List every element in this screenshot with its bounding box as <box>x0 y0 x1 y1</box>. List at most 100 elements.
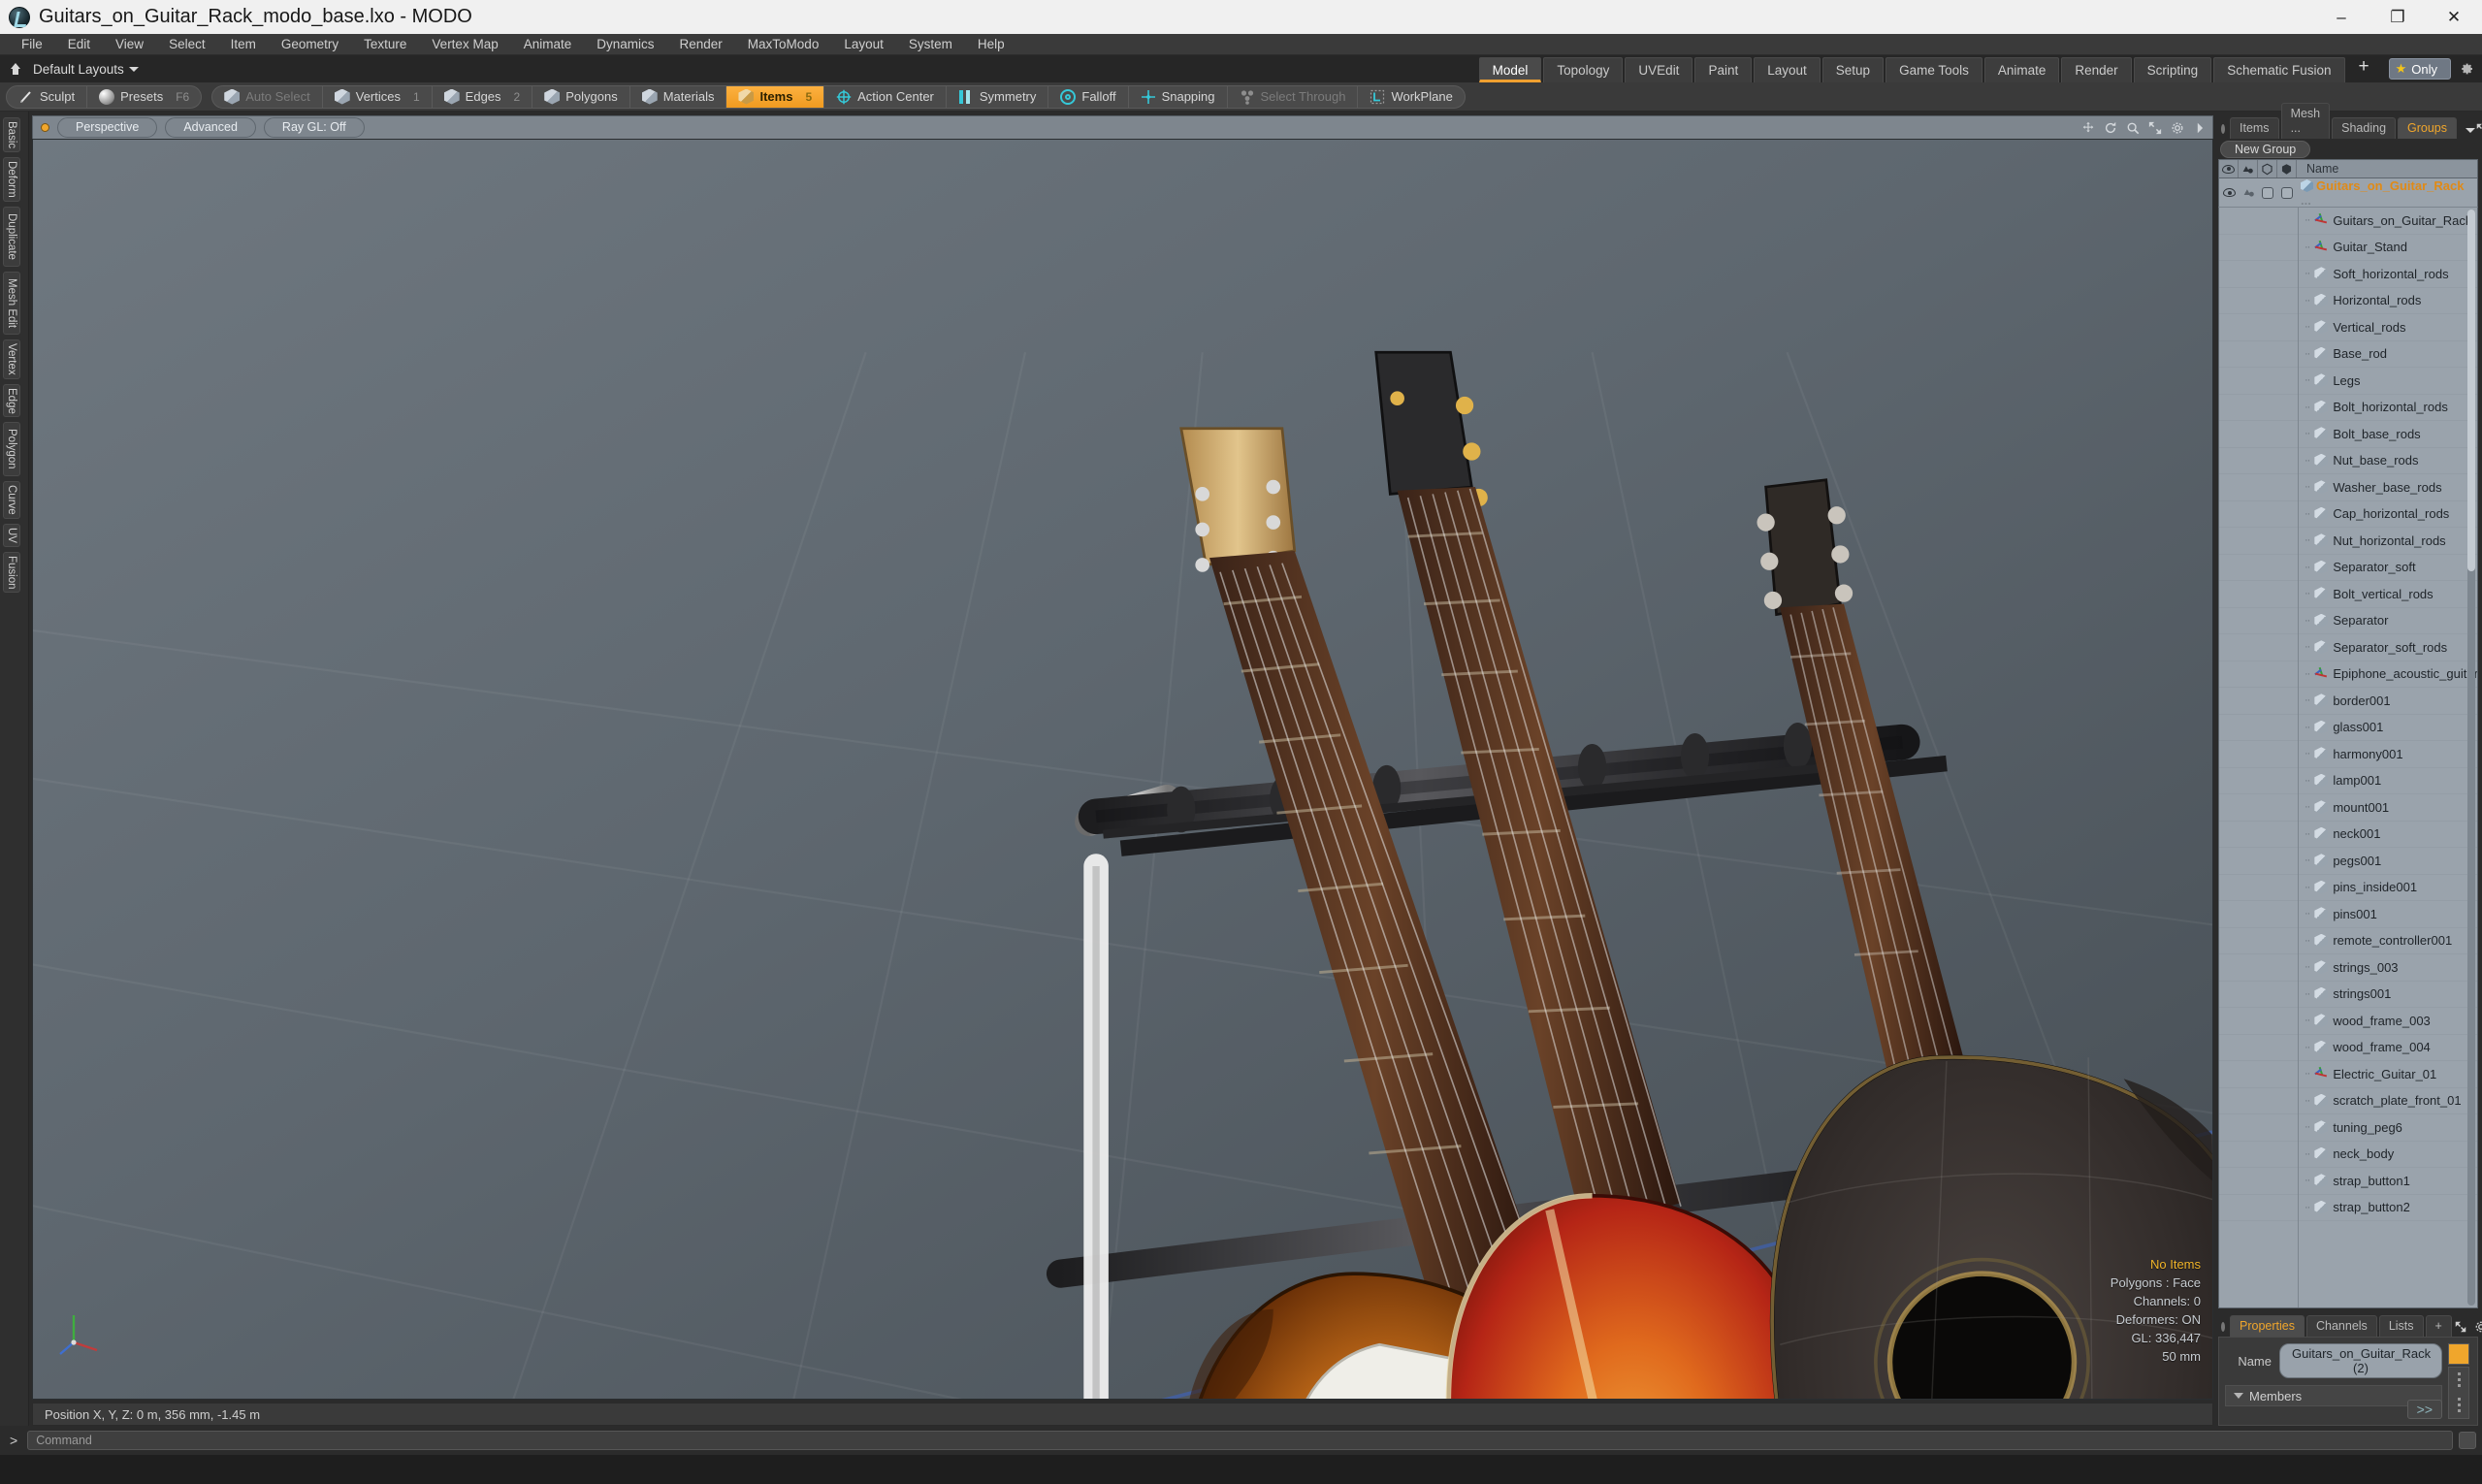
color-swatch[interactable] <box>2448 1343 2469 1365</box>
rail-tab-vertex[interactable]: Vertex <box>3 339 20 379</box>
tree-row[interactable]: ·· border001 <box>2299 688 2477 715</box>
tool-workplane[interactable]: WorkPlane <box>1358 86 1464 108</box>
minimize-button[interactable]: – <box>2313 0 2369 34</box>
zoom-icon[interactable] <box>2126 121 2140 135</box>
tree-row[interactable]: ·· Bolt_horizontal_rods <box>2299 395 2477 421</box>
expand-icon[interactable] <box>2454 1320 2467 1334</box>
menu-item-maxtomodo[interactable]: MaxToModo <box>735 35 832 54</box>
column-visible[interactable] <box>2219 160 2239 177</box>
tree-row[interactable]: ·· Cap_horizontal_rods <box>2299 501 2477 528</box>
tree-row[interactable]: ·· pins_inside001 <box>2299 875 2477 901</box>
layout-tab-render[interactable]: Render <box>2061 57 2132 82</box>
tree-row[interactable]: ·· Bolt_base_rods <box>2299 421 2477 448</box>
menu-item-select[interactable]: Select <box>156 35 218 54</box>
tree-row-toggles[interactable] <box>2219 1195 2298 1221</box>
tree-row[interactable]: ·· Vertical_rods <box>2299 314 2477 341</box>
command-input[interactable]: Command <box>27 1431 2453 1450</box>
viewport-3d[interactable]: No Items Polygons : Face Channels: 0 Def… <box>32 139 2213 1400</box>
add-layout-tab-button[interactable]: + <box>2347 57 2381 82</box>
tree-row[interactable]: ·· Nut_horizontal_rods <box>2299 528 2477 555</box>
right-tab-mesh[interactable]: Mesh ... <box>2280 103 2331 139</box>
tree-row[interactable]: ·· Legs <box>2299 368 2477 395</box>
tool-snapping[interactable]: Snapping <box>1129 85 1228 108</box>
column-lock[interactable] <box>2258 160 2277 177</box>
layout-tab-uvedit[interactable]: UVEdit <box>1625 57 1693 82</box>
name-field[interactable]: Guitars_on_Guitar_Rack (2) <box>2279 1343 2442 1378</box>
tree-row[interactable]: ·· Base_rod <box>2299 341 2477 368</box>
gear-icon[interactable] <box>2171 121 2184 135</box>
tree-row-toggles[interactable] <box>2219 288 2298 314</box>
properties-tab-lists[interactable]: Lists <box>2378 1315 2424 1337</box>
tree-row[interactable]: ·· wood_frame_004 <box>2299 1035 2477 1061</box>
group-select-toggle[interactable] <box>2277 178 2297 207</box>
tree-row-toggles[interactable] <box>2219 741 2298 768</box>
expand-icon[interactable] <box>2475 122 2482 136</box>
menu-item-layout[interactable]: Layout <box>831 35 896 54</box>
layout-tab-scripting[interactable]: Scripting <box>2133 57 2212 82</box>
rail-tab-curve[interactable]: Curve <box>3 480 20 519</box>
tree-row[interactable]: ·· strings001 <box>2299 982 2477 1008</box>
menu-item-vertex-map[interactable]: Vertex Map <box>419 35 510 54</box>
tree-row-toggles[interactable] <box>2219 581 2298 608</box>
tree-row-toggles[interactable] <box>2219 1142 2298 1168</box>
group-tree[interactable]: ·· Guitars_on_Guitar_Rack ·· Guitar_Stand ··… <box>2218 208 2478 1308</box>
tree-row[interactable]: ·· mount001 <box>2299 794 2477 822</box>
layout-tab-setup[interactable]: Setup <box>1821 57 1885 82</box>
tool-auto-select[interactable]: Auto Select <box>212 85 323 108</box>
panel-menu-dot-icon[interactable] <box>2221 124 2225 134</box>
layout-tab-topology[interactable]: Topology <box>1543 57 1624 82</box>
tree-row-toggles[interactable] <box>2219 1035 2298 1061</box>
tool-select-through[interactable]: Select Through <box>1228 85 1359 108</box>
tree-row[interactable]: ·· neck001 <box>2299 822 2477 848</box>
menu-item-animate[interactable]: Animate <box>511 35 585 54</box>
tree-row-toggles[interactable] <box>2219 822 2298 848</box>
gear-icon[interactable] <box>2459 61 2474 77</box>
properties-tab-properties[interactable]: Properties <box>2230 1315 2305 1337</box>
menu-item-render[interactable]: Render <box>667 35 735 54</box>
move-icon[interactable] <box>2081 121 2095 135</box>
tree-row-toggles[interactable] <box>2219 661 2298 688</box>
tree-row[interactable]: ·· wood_frame_003 <box>2299 1008 2477 1035</box>
tree-row-toggles[interactable] <box>2219 448 2298 474</box>
tree-row[interactable]: ·· remote_controller001 <box>2299 928 2477 954</box>
tree-row[interactable]: ·· Separator_soft_rods <box>2299 634 2477 661</box>
right-tab-groups[interactable]: Groups <box>2398 117 2458 139</box>
tree-row-toggles[interactable] <box>2219 848 2298 875</box>
goto-members-button[interactable]: >> <box>2406 1400 2442 1419</box>
properties-tab-+[interactable]: + <box>2425 1315 2452 1337</box>
rail-tab-polygon[interactable]: Polygon <box>3 422 20 476</box>
tree-row-toggles[interactable] <box>2219 395 2298 421</box>
rail-tab-uv[interactable]: UV <box>3 523 20 547</box>
rail-tab-fusion[interactable]: Fusion <box>3 551 20 594</box>
tree-row-toggles[interactable] <box>2219 528 2298 555</box>
group-lock-toggle[interactable] <box>2258 178 2277 207</box>
tool-polygons[interactable]: Polygons <box>532 85 630 108</box>
fit-icon[interactable] <box>2148 121 2162 135</box>
tree-row-toggles[interactable] <box>2219 1008 2298 1035</box>
layout-tab-animate[interactable]: Animate <box>1983 57 2060 82</box>
tree-row-toggles[interactable] <box>2219 208 2298 235</box>
tree-row-toggles[interactable] <box>2219 368 2298 395</box>
panel-menu-dot-icon[interactable] <box>2221 1322 2225 1332</box>
tree-row[interactable]: ·· pins001 <box>2299 901 2477 928</box>
tree-row[interactable]: ·· Epiphone_acoustic_guitar <box>2299 661 2477 688</box>
collapse-icon[interactable] <box>8 60 23 78</box>
layout-tab-layout[interactable]: Layout <box>1754 57 1821 82</box>
tree-row-toggles[interactable] <box>2219 928 2298 954</box>
tree-row-toggles[interactable] <box>2219 875 2298 901</box>
tool-falloff[interactable]: Falloff <box>1048 85 1129 108</box>
tool-presets[interactable]: Presets F6 <box>87 86 201 108</box>
column-render[interactable] <box>2239 160 2258 177</box>
tree-row-toggles[interactable] <box>2219 794 2298 822</box>
command-run-button[interactable] <box>2459 1432 2476 1449</box>
tool-sculpt[interactable]: Sculpt <box>7 85 88 108</box>
tree-row[interactable]: ·· harmony001 <box>2299 741 2477 768</box>
tree-row-toggles[interactable] <box>2219 688 2298 715</box>
menu-item-texture[interactable]: Texture <box>351 35 419 54</box>
tool-vertices[interactable]: Vertices 1 <box>323 85 433 108</box>
maximize-button[interactable]: ❐ <box>2369 0 2426 34</box>
menu-item-item[interactable]: Item <box>218 35 269 54</box>
menu-item-help[interactable]: Help <box>965 35 1017 54</box>
tree-row[interactable]: ·· tuning_peg6 <box>2299 1114 2477 1142</box>
layout-tab-paint[interactable]: Paint <box>1694 57 1753 82</box>
